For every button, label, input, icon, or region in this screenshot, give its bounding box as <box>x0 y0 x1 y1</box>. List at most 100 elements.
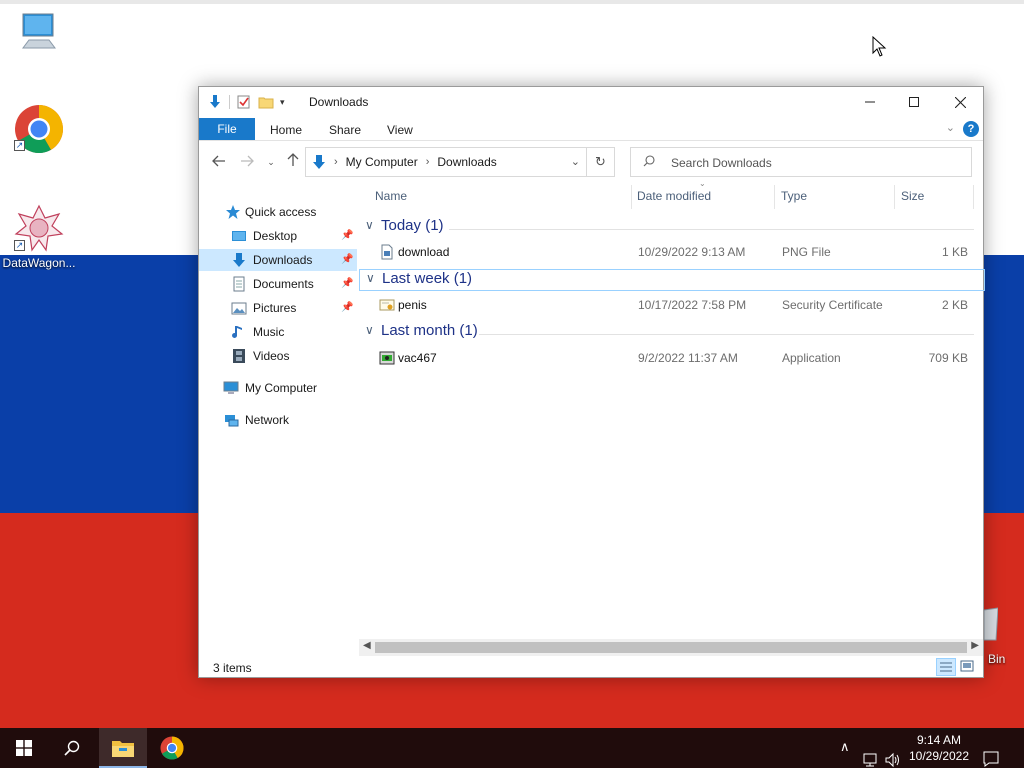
pin-icon[interactable]: 📌 <box>341 225 353 247</box>
column-header-type[interactable]: Type <box>781 189 807 209</box>
expand-ribbon-chevron-icon[interactable]: ⌄ <box>946 121 955 134</box>
column-divider[interactable] <box>631 185 632 209</box>
pin-icon[interactable]: 📌 <box>341 297 353 319</box>
nav-item-label: Videos <box>253 349 290 363</box>
pin-icon[interactable]: 📌 <box>341 249 353 271</box>
large-icons-view-button[interactable] <box>958 658 978 676</box>
minimize-button[interactable] <box>847 87 893 117</box>
taskbar: ∧ 9:14 AM 10/29/2022 <box>0 728 1024 768</box>
column-divider[interactable] <box>894 185 895 209</box>
search-button[interactable] <box>48 728 96 768</box>
scrollbar-thumb[interactable] <box>375 642 967 653</box>
horizontal-scrollbar[interactable]: ◀ ▶ <box>359 639 983 656</box>
nav-item-quick-access[interactable]: Quick access <box>199 201 357 223</box>
nav-item-documents[interactable]: Documents 📌 <box>199 273 357 295</box>
nav-item-music[interactable]: Music <box>199 321 357 343</box>
file-explorer-window[interactable]: ▾ Downloads File Home Share View ⌄ ? ⌄ ›… <box>198 86 985 678</box>
desktop-icon-recycle-bin[interactable]: Bin <box>984 604 1024 674</box>
nav-item-desktop[interactable]: Desktop 📌 <box>199 225 357 247</box>
notifications-icon[interactable] <box>982 739 1000 768</box>
details-view-button[interactable] <box>936 658 956 676</box>
breadcrumb-my-computer[interactable]: My Computer <box>346 155 418 169</box>
search-icon <box>64 740 80 756</box>
properties-icon[interactable] <box>236 94 252 110</box>
clock[interactable]: 9:14 AM 10/29/2022 <box>904 732 974 764</box>
network-tray-icon[interactable] <box>862 740 880 768</box>
table-row[interactable]: vac467 9/2/2022 11:37 AM Application 709… <box>359 347 979 369</box>
start-button[interactable] <box>0 728 48 768</box>
desktop-icon-chrome[interactable]: ↗ <box>0 104 78 154</box>
help-icon[interactable]: ? <box>963 121 979 137</box>
close-icon <box>954 96 966 108</box>
column-divider[interactable] <box>774 185 775 209</box>
windows-logo-icon <box>16 740 32 756</box>
breadcrumb-downloads[interactable]: Downloads <box>437 155 496 169</box>
taskbar-file-explorer[interactable] <box>99 728 147 768</box>
file-date: 9/2/2022 11:37 AM <box>638 351 738 365</box>
nav-item-label: Quick access <box>245 205 317 219</box>
desktop-icon-datawagon[interactable]: ↗ DataWagon... <box>0 204 78 270</box>
document-icon <box>233 276 245 292</box>
file-size: 1 KB <box>941 245 968 259</box>
search-input[interactable]: Search Downloads <box>671 156 772 170</box>
file-date: 10/17/2022 7:58 PM <box>638 298 747 312</box>
column-header-name[interactable]: Name <box>375 189 407 209</box>
refresh-icon: ↻ <box>595 154 606 169</box>
computer-icon <box>22 13 56 49</box>
search-box[interactable]: Search Downloads <box>630 147 972 177</box>
maximize-button[interactable] <box>891 87 937 117</box>
table-row[interactable]: download 10/29/2022 9:13 AM PNG File 1 K… <box>359 241 979 263</box>
table-row[interactable]: penis 10/17/2022 7:58 PM Security Certif… <box>359 294 979 316</box>
nav-item-my-computer[interactable]: My Computer <box>199 377 357 399</box>
file-name: download <box>398 245 450 259</box>
new-folder-icon[interactable] <box>258 94 274 110</box>
customize-toolbar-chevron-icon[interactable]: ▾ <box>280 97 285 108</box>
up-button[interactable] <box>283 153 303 171</box>
column-header-size[interactable]: Size <box>901 189 924 209</box>
back-button[interactable] <box>209 153 229 171</box>
nav-item-pictures[interactable]: Pictures 📌 <box>199 297 357 319</box>
minimize-icon <box>865 101 875 103</box>
scroll-left-icon[interactable]: ◀ <box>363 640 371 651</box>
item-count: 3 items <box>213 661 252 675</box>
download-arrow-icon[interactable] <box>207 94 223 110</box>
forward-button[interactable] <box>237 153 257 171</box>
shortcut-arrow-icon: ↗ <box>14 240 25 251</box>
close-button[interactable] <box>937 87 983 117</box>
nav-item-downloads[interactable]: Downloads 📌 <box>199 249 357 271</box>
volume-icon[interactable] <box>884 740 902 768</box>
computer-icon <box>223 381 239 394</box>
breadcrumb-separator-icon: › <box>334 156 338 168</box>
address-bar[interactable]: › My Computer › Downloads ⌄ ↻ <box>305 147 615 177</box>
tab-share[interactable]: Share <box>329 119 361 141</box>
recent-locations-button[interactable]: ⌄ <box>261 153 281 171</box>
status-bar: 3 items <box>199 657 983 677</box>
chevron-down-icon: ∨ <box>366 271 375 285</box>
scroll-right-icon[interactable]: ▶ <box>971 640 979 651</box>
nav-item-network[interactable]: Network <box>199 409 357 431</box>
column-divider[interactable] <box>973 185 974 209</box>
pin-icon[interactable]: 📌 <box>341 273 353 295</box>
clock-time: 9:14 AM <box>916 733 962 747</box>
group-header-last-month[interactable]: ∨ Last month (1) <box>363 322 963 344</box>
nav-item-label: Network <box>245 413 290 427</box>
show-hidden-icons-chevron-icon[interactable]: ∧ <box>840 739 850 768</box>
title-bar[interactable]: ▾ Downloads <box>199 87 983 117</box>
nav-item-label: Music <box>253 325 285 339</box>
tab-home[interactable]: Home <box>270 119 302 141</box>
details-view-icon <box>940 662 952 672</box>
taskbar-chrome[interactable] <box>148 728 196 768</box>
file-list[interactable]: ⌄ Name Date modified Type Size ∨ Today (… <box>359 179 985 639</box>
group-header-last-week[interactable]: ∨ Last week (1) <box>359 269 985 291</box>
column-header-date-modified[interactable]: Date modified <box>637 189 711 209</box>
refresh-button[interactable]: ↻ <box>586 148 614 176</box>
address-dropdown-chevron-icon[interactable]: ⌄ <box>571 155 580 168</box>
nav-item-videos[interactable]: Videos <box>199 345 357 367</box>
desktop-icon-my-computer[interactable] <box>0 10 78 54</box>
group-header-today[interactable]: ∨ Today (1) <box>363 217 963 239</box>
recycle-bin-label: Bin <box>988 652 1006 666</box>
tab-view[interactable]: View <box>387 119 413 141</box>
group-divider <box>449 229 974 230</box>
file-size: 709 KB <box>928 351 968 365</box>
tab-file[interactable]: File <box>199 118 255 140</box>
